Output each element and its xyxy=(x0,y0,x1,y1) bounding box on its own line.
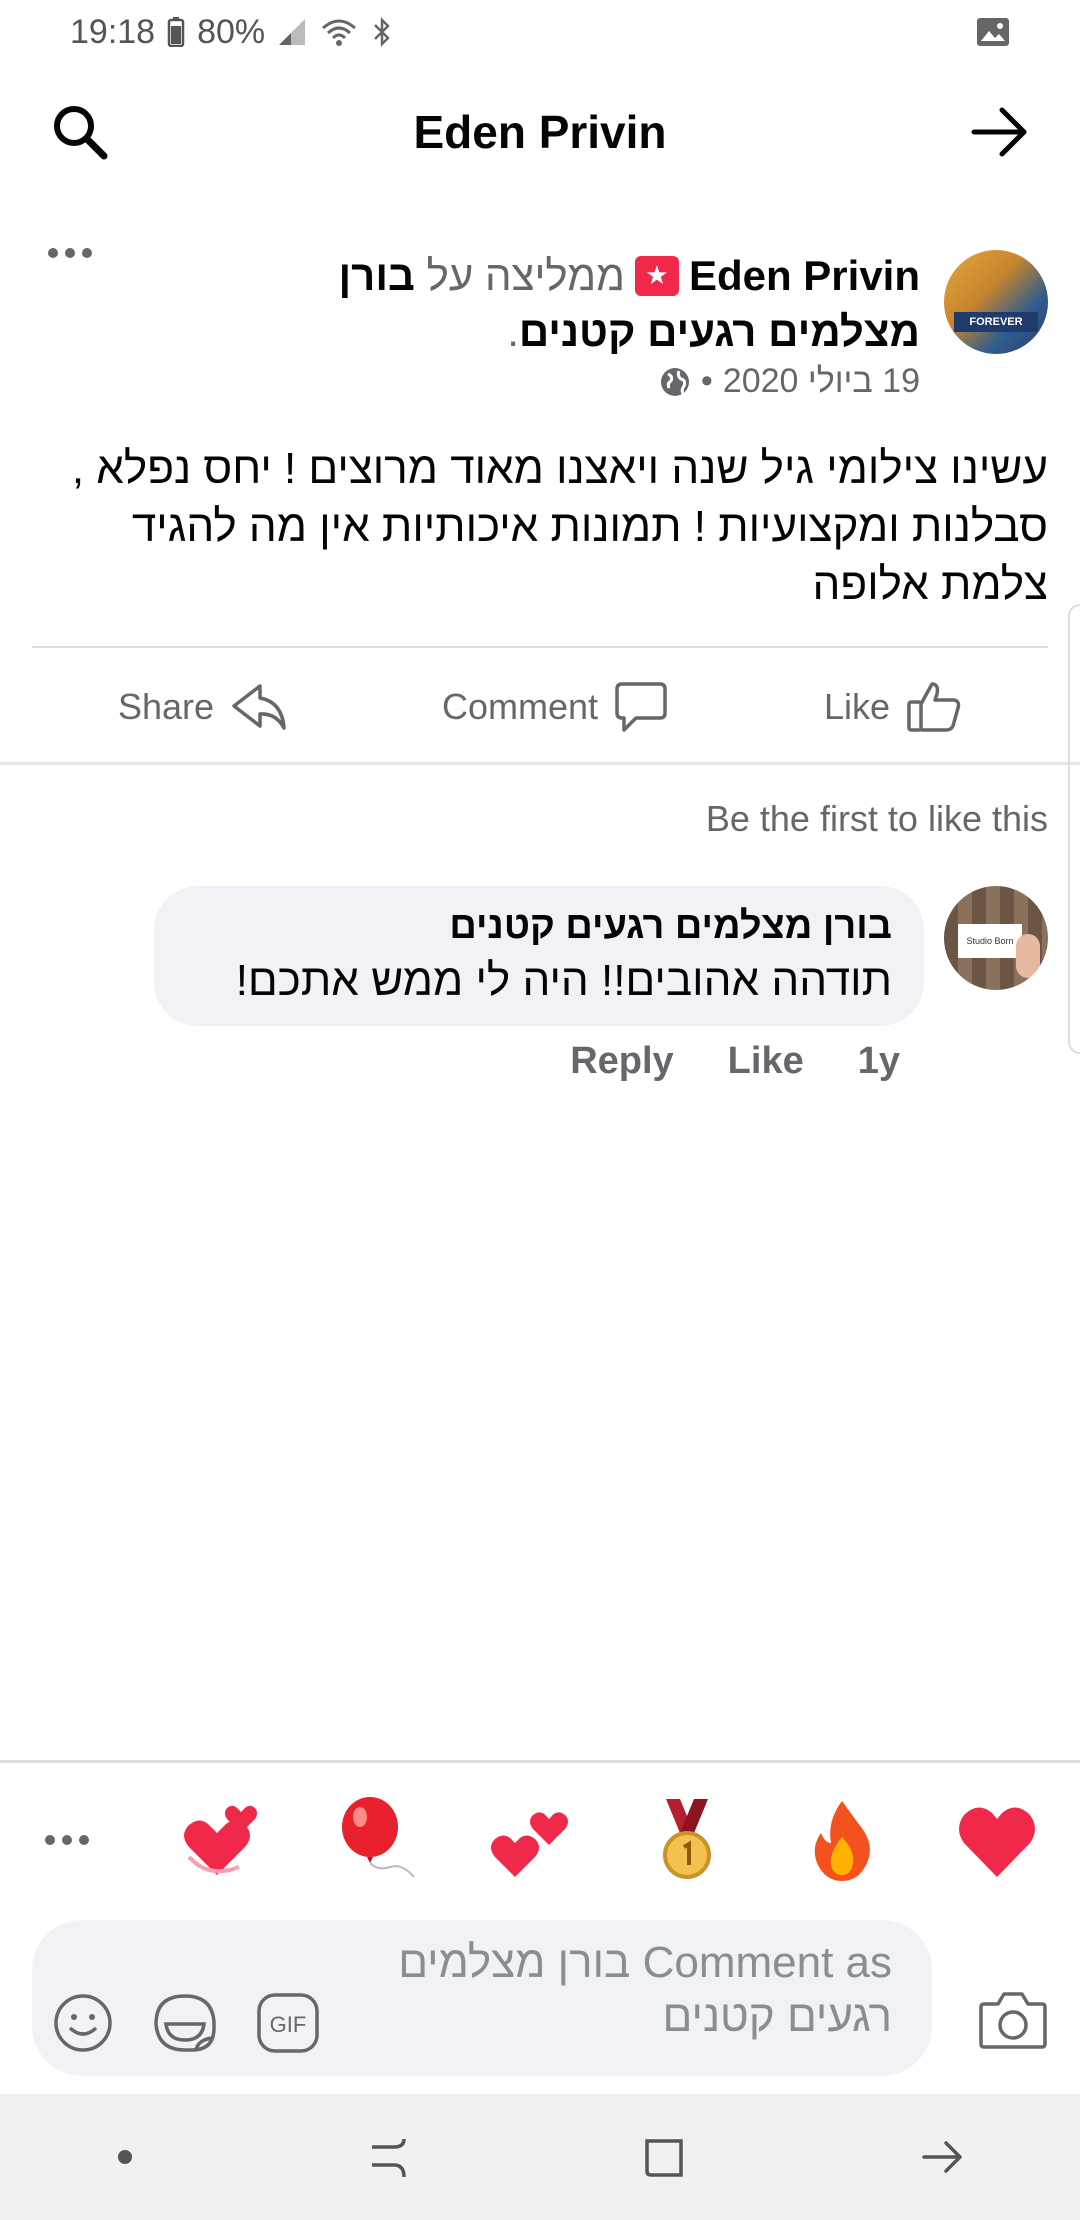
recommend-icon xyxy=(634,256,679,296)
author-name[interactable]: Eden Privin xyxy=(689,252,920,299)
post: FOREVER Eden Privin ממליצה על בורן מצלמים… xyxy=(0,230,1080,1026)
globe-icon xyxy=(660,367,689,396)
avatar-caption: FOREVER xyxy=(954,312,1038,332)
like-label: Like xyxy=(823,686,891,727)
avatar-hand xyxy=(1016,934,1040,978)
status-bar: 19:18 80% xyxy=(0,0,1080,64)
medal-reaction[interactable] xyxy=(642,1795,732,1885)
share-button[interactable]: Share xyxy=(118,682,286,732)
author-avatar[interactable]: FOREVER xyxy=(944,250,1048,354)
search-button[interactable] xyxy=(44,96,116,168)
arrow-right-icon xyxy=(971,107,1027,157)
emoji-icon[interactable] xyxy=(52,1992,114,2054)
search-icon xyxy=(54,106,108,160)
back-icon[interactable] xyxy=(918,2133,966,2181)
home-icon[interactable] xyxy=(641,2133,689,2181)
post-actions: Share Comment Like xyxy=(0,648,1080,766)
more-icon xyxy=(48,248,92,258)
fire-icon xyxy=(814,1801,870,1881)
system-nav-bar xyxy=(0,2094,1080,2220)
signal-icon xyxy=(277,17,307,47)
hearts-icon xyxy=(491,1812,568,1877)
meta-separator: • xyxy=(700,362,713,400)
title-end: . xyxy=(507,308,519,355)
status-right xyxy=(976,17,1010,47)
page-title: Eden Privin xyxy=(413,106,667,158)
camera-button[interactable] xyxy=(978,1990,1048,2055)
quick-reactions xyxy=(0,1780,1080,1900)
likes-summary: Be the first to like this xyxy=(705,798,1048,839)
composer-tools: GIF xyxy=(52,1992,320,2054)
comment-actions: Reply Like 1y xyxy=(570,1040,900,1083)
post-title: Eden Privinממליצה על בורן מצלמים רגעים ק… xyxy=(220,248,920,360)
comment-reply-button[interactable]: Reply xyxy=(570,1040,673,1083)
divider xyxy=(0,762,1080,765)
commenter-avatar[interactable]: Studio Born xyxy=(944,886,1048,990)
two-hearts-reaction[interactable] xyxy=(177,1795,267,1885)
recents-icon[interactable] xyxy=(364,2133,412,2181)
bluetooth-icon xyxy=(371,16,393,48)
comment-composer[interactable]: Comment as בורן מצלמים רגעים קטנים GIF xyxy=(32,1920,932,2076)
hearts-reaction[interactable] xyxy=(487,1795,577,1885)
comment-time[interactable]: 1y xyxy=(858,1040,900,1083)
heart-icon xyxy=(959,1807,1035,1877)
gallery-icon xyxy=(976,17,1010,47)
comment-bubble[interactable]: בורן מצלמים רגעים קטנים תודהה אהובים!! ה… xyxy=(154,886,924,1026)
comment-like-button[interactable]: Like xyxy=(728,1040,804,1083)
nav-dot-icon[interactable] xyxy=(115,2147,135,2167)
comment-label: Comment xyxy=(441,686,599,727)
recommend-verb: ממליצה על xyxy=(426,252,625,299)
battery-icon xyxy=(167,17,185,47)
wifi-icon xyxy=(319,16,359,48)
share-icon xyxy=(232,684,286,730)
more-icon xyxy=(45,1835,89,1845)
divider xyxy=(0,1760,1080,1763)
post-date[interactable]: 19 ביולי 2020 xyxy=(723,362,920,401)
two-hearts-icon xyxy=(184,1805,257,1875)
header: Eden Privin xyxy=(0,64,1080,200)
share-label: Share xyxy=(117,686,215,727)
post-options-button[interactable] xyxy=(46,246,94,265)
like-button[interactable]: Like xyxy=(824,680,962,734)
fire-reaction[interactable] xyxy=(797,1795,887,1885)
more-reactions-button[interactable] xyxy=(22,1795,112,1885)
comment-author[interactable]: בורן מצלמים רגעים קטנים xyxy=(186,900,892,952)
post-header: FOREVER Eden Privinממליצה על בורן מצלמים… xyxy=(0,230,1080,420)
gif-label: GIF xyxy=(270,2012,307,2037)
post-meta: 19 ביולי 2020 • xyxy=(659,362,920,401)
balloon-icon xyxy=(342,1797,415,1878)
avatar-caption: Studio Born xyxy=(958,924,1022,958)
comment-text: תודהה אהובים!! היה לי ממש אתכם! xyxy=(235,956,892,1005)
comment-icon xyxy=(615,682,667,732)
heart-reaction[interactable] xyxy=(952,1795,1042,1885)
balloon-reaction[interactable] xyxy=(332,1795,422,1885)
sticker-icon[interactable] xyxy=(152,1992,218,2054)
thumbs-up-icon xyxy=(907,682,961,732)
status-left: 19:18 80% xyxy=(70,13,393,52)
forward-button[interactable] xyxy=(964,96,1036,168)
medal-icon xyxy=(663,1799,711,1879)
scroll-indicator[interactable] xyxy=(1068,604,1080,1054)
post-text: עשינו צילומי גיל שנה ויאצנו מאוד מרוצים … xyxy=(71,444,1048,609)
camera-icon xyxy=(979,1992,1047,2049)
comment-input[interactable]: Comment as בורן מצלמים רגעים קטנים xyxy=(332,1936,892,2044)
gif-icon[interactable]: GIF xyxy=(256,1992,320,2054)
comment-button[interactable]: Comment xyxy=(442,681,668,733)
battery-level: 80% xyxy=(197,12,266,51)
clock: 19:18 xyxy=(70,12,156,51)
